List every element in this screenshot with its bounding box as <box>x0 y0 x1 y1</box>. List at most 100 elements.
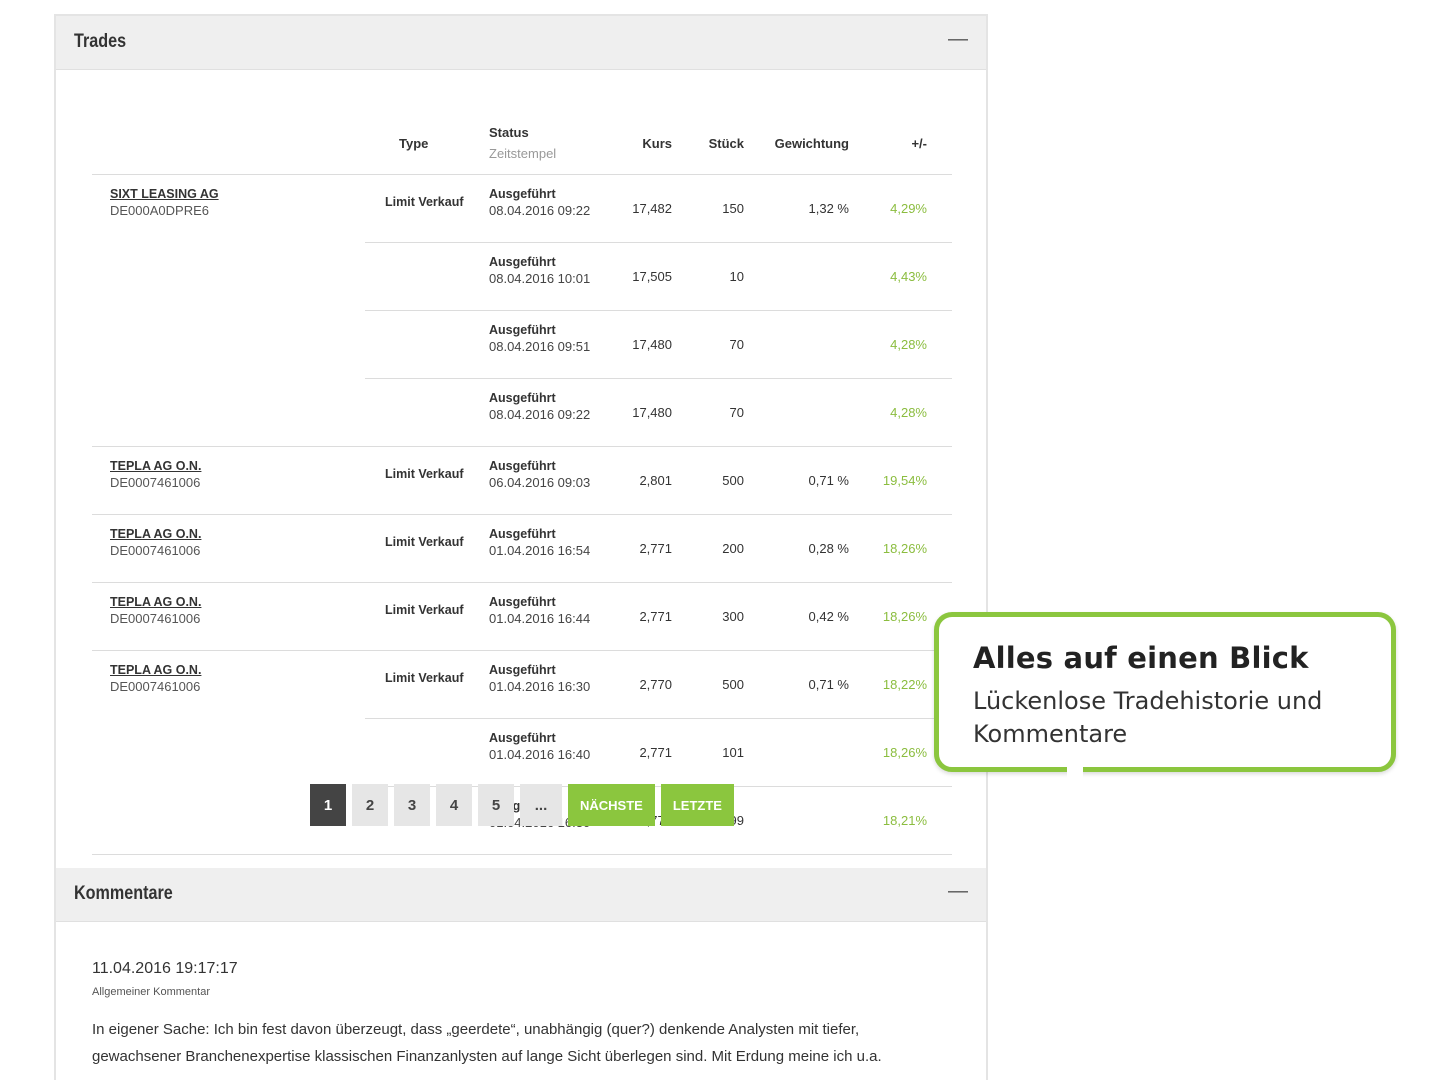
gewichtung-cell: 0,42 % <box>744 582 849 651</box>
stueck-cell: 10 <box>672 242 744 311</box>
page-5-button[interactable]: 5 <box>478 784 514 826</box>
timestamp: 08.04.2016 09:22 <box>489 407 591 422</box>
status-cell: Ausgeführt 08.04.2016 09:51 <box>489 310 617 379</box>
order-type: Limit Verkauf <box>385 671 464 685</box>
stueck-cell: 500 <box>672 446 744 515</box>
collapse-icon[interactable]: — <box>948 28 968 51</box>
trades-title: Trades <box>74 31 127 52</box>
order-type-cell <box>365 242 489 311</box>
last-page-button[interactable]: LETZTE <box>660 784 734 826</box>
collapse-icon[interactable]: — <box>948 880 968 903</box>
instrument-cell <box>92 719 365 787</box>
order-type-cell: Limit Verkauf <box>365 650 489 719</box>
instrument-isin: DE0007461006 <box>110 679 201 694</box>
status-label: Ausgeführt <box>489 187 556 201</box>
instrument-name[interactable]: SIXT LEASING AG <box>110 187 365 201</box>
status-label: Ausgeführt <box>489 391 556 405</box>
row-spacer <box>927 514 952 583</box>
kurs-cell: 2,771 <box>617 582 672 651</box>
timestamp: 01.04.2016 16:44 <box>489 611 591 626</box>
table-row[interactable]: TEPLA AG O.N. DE0007461006 Limit Verkauf Au… <box>92 446 952 515</box>
page-4-button[interactable]: 4 <box>436 784 472 826</box>
comment-kind: Allgemeiner Kommentar <box>92 986 210 998</box>
page-ellipsis: ... <box>520 784 562 826</box>
trades-panel: Trades — Type Status Zeitstempel Kurs St… <box>54 14 988 1080</box>
header-status-sub: Zeitstempel <box>489 146 557 161</box>
status-cell: Ausgeführt 01.04.2016 16:54 <box>489 514 617 583</box>
timestamp: 08.04.2016 09:51 <box>489 339 591 354</box>
status-label: Ausgeführt <box>489 255 556 269</box>
instrument-isin: DE0007461006 <box>110 475 201 490</box>
gewichtung-cell: 0,71 % <box>744 446 849 515</box>
instrument-cell: TEPLA AG O.N. DE0007461006 <box>92 651 365 719</box>
comment-text: In eigener Sache: Ich bin fest davon übe… <box>92 1021 882 1065</box>
order-type-cell <box>365 378 489 447</box>
timestamp: 01.04.2016 16:54 <box>489 543 591 558</box>
table-row[interactable]: Ausgeführt 08.04.2016 09:51 17,480 70 4,28% <box>92 310 952 379</box>
kurs-cell: 17,482 <box>617 174 672 243</box>
order-type: Limit Verkauf <box>385 195 464 209</box>
change-cell: 4,28% <box>849 378 927 447</box>
page-3-button[interactable]: 3 <box>394 784 430 826</box>
order-type-cell: Limit Verkauf <box>365 446 489 515</box>
trades-table-body: SIXT LEASING AG DE000A0DPRE6 Limit Verkauf… <box>92 174 952 855</box>
instrument-cell: TEPLA AG O.N. DE0007461006 <box>92 582 365 651</box>
order-type-cell <box>365 310 489 379</box>
trades-section-header[interactable]: Trades — <box>56 16 986 70</box>
instrument-isin: DE0007461006 <box>110 611 201 626</box>
order-type-cell <box>365 718 489 787</box>
stueck-cell: 101 <box>672 718 744 787</box>
table-row[interactable]: TEPLA AG O.N. DE0007461006 Limit Verkauf Au… <box>92 514 952 583</box>
stueck-cell: 300 <box>672 582 744 651</box>
page-2-button[interactable]: 2 <box>352 784 388 826</box>
instrument-isin: DE000A0DPRE6 <box>110 203 209 218</box>
timestamp: 06.04.2016 09:03 <box>489 475 591 490</box>
timestamp: 08.04.2016 09:22 <box>489 203 591 218</box>
table-row[interactable]: Ausgeführt 01.04.2016 16:40 2,771 101 18,26% <box>92 718 952 787</box>
instrument-cell <box>92 378 365 447</box>
order-type-cell: Limit Verkauf <box>365 582 489 651</box>
status-cell: Ausgeführt 01.04.2016 16:44 <box>489 582 617 651</box>
status-cell: Ausgeführt 08.04.2016 10:01 <box>489 242 617 311</box>
order-type-cell: Limit Verkauf <box>365 174 489 243</box>
table-row[interactable]: TEPLA AG O.N. DE0007461006 Limit Verkauf Au… <box>92 582 952 651</box>
gewichtung-cell: 0,28 % <box>744 514 849 583</box>
stueck-cell: 70 <box>672 378 744 447</box>
comments-title: Kommentare <box>74 883 173 904</box>
table-row[interactable]: TEPLA AG O.N. DE0007461006 Limit Verkauf Au… <box>92 650 952 719</box>
next-page-button[interactable]: NÄCHSTE <box>568 784 655 826</box>
row-spacer <box>927 786 952 855</box>
header-name <box>92 112 365 175</box>
change-cell: 18,21% <box>849 786 927 855</box>
instrument-cell: TEPLA AG O.N. DE0007461006 <box>92 446 365 515</box>
table-row[interactable]: Ausgeführt 08.04.2016 09:22 17,480 70 4,28% <box>92 378 952 447</box>
kurs-cell: 2,771 <box>617 514 672 583</box>
header-gewichtung: Gewichtung <box>744 112 849 175</box>
instrument-name[interactable]: TEPLA AG O.N. <box>110 663 365 677</box>
change-cell: 19,54% <box>849 446 927 515</box>
comment-date: 11.04.2016 19:17:17 <box>92 960 238 977</box>
timestamp: 01.04.2016 16:30 <box>489 679 591 694</box>
gewichtung-cell: 0,71 % <box>744 650 849 719</box>
status-cell: Ausgeführt 01.04.2016 16:40 <box>489 718 617 787</box>
callout-body: Lückenlose Tradehistorie und Kommentare <box>973 687 1323 748</box>
instrument-name[interactable]: TEPLA AG O.N. <box>110 527 365 541</box>
comments-section-header[interactable]: Kommentare — <box>56 868 986 922</box>
callout-tail <box>1067 767 1083 779</box>
order-type-cell: Limit Verkauf <box>365 514 489 583</box>
instrument-cell <box>92 243 365 311</box>
callout-heading: Alles auf einen Blick <box>973 641 1309 675</box>
change-cell: 18,26% <box>849 514 927 583</box>
instrument-cell: SIXT LEASING AG DE000A0DPRE6 <box>92 175 365 243</box>
instrument-name[interactable]: TEPLA AG O.N. <box>110 595 365 609</box>
timestamp: 01.04.2016 16:40 <box>489 747 591 762</box>
page-1-button[interactable]: 1 <box>310 784 346 826</box>
table-row[interactable]: SIXT LEASING AG DE000A0DPRE6 Limit Verkauf… <box>92 174 952 243</box>
row-spacer <box>927 378 952 447</box>
status-cell: Ausgeführt 01.04.2016 16:30 <box>489 650 617 719</box>
header-kurs: Kurs <box>617 112 672 175</box>
table-row[interactable]: Ausgeführt 08.04.2016 10:01 17,505 10 4,43% <box>92 242 952 311</box>
gewichtung-cell <box>744 242 849 311</box>
instrument-name[interactable]: TEPLA AG O.N. <box>110 459 365 473</box>
status-label: Ausgeführt <box>489 459 556 473</box>
